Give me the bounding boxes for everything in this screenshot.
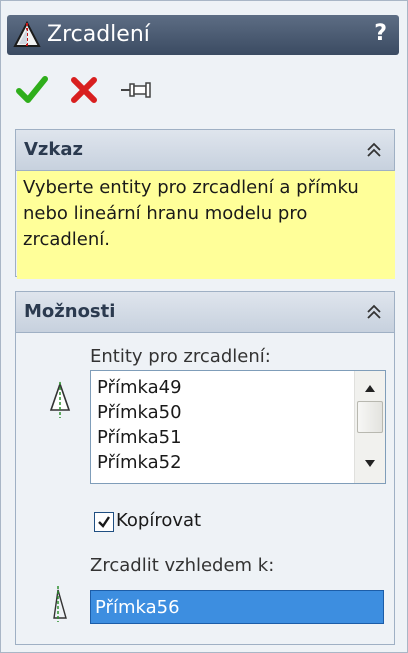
options-group-header: Možnosti [16, 292, 394, 333]
list-item[interactable]: Přímka51 [97, 425, 182, 450]
entities-scrollbar[interactable] [354, 371, 385, 483]
message-title: Vzkaz [24, 139, 84, 160]
double-chevron-up-icon [367, 304, 381, 319]
message-group-header: Vzkaz [16, 130, 394, 171]
list-item[interactable]: Přímka49 [97, 375, 182, 400]
toolbar [15, 69, 215, 109]
mirror-entities-icon [48, 380, 72, 420]
mirror-icon [13, 20, 41, 49]
checkmark-icon [98, 516, 110, 528]
cancel-button[interactable] [67, 73, 101, 107]
pin-button[interactable] [119, 73, 153, 107]
panel-title: Zrcadlení [47, 22, 150, 47]
pushpin-icon [121, 82, 151, 98]
help-button[interactable]: ? [374, 20, 387, 48]
checkmark-icon [16, 76, 48, 103]
mirror-about-field[interactable]: Přímka56 [90, 590, 384, 624]
scroll-up-arrow-icon[interactable] [364, 383, 376, 393]
list-item[interactable]: Přímka52 [97, 450, 182, 475]
entities-label: Entity pro zrcadlení: [90, 346, 271, 367]
options-title: Možnosti [24, 301, 116, 322]
double-chevron-up-icon [367, 142, 381, 157]
scroll-down-arrow-icon[interactable] [364, 459, 376, 469]
entities-list: Přímka49 Přímka50 Přímka51 Přímka52 [97, 375, 182, 475]
collapse-options-button[interactable] [362, 300, 386, 324]
options-group: Možnosti Entity pro zrcadlení: Přímka49 … [15, 291, 395, 645]
collapse-message-button[interactable] [362, 138, 386, 162]
list-item[interactable]: Přímka50 [97, 400, 182, 425]
message-text: Vyberte entity pro zrcadlení a přímku ne… [17, 171, 395, 279]
scroll-thumb[interactable] [357, 401, 383, 433]
entities-listbox[interactable]: Přímka49 Přímka50 Přímka51 Přímka52 [90, 370, 386, 484]
mirror-property-manager: Zrcadlení ? Vzkaz Vyberte entity pro zrc… [0, 0, 408, 653]
message-group: Vzkaz Vyberte entity pro zrcadlení a pří… [15, 129, 395, 279]
mirror-line-icon [50, 584, 74, 624]
mirror-about-label: Zrcadlit vzhledem k: [90, 555, 275, 576]
title-bar: Zrcadlení ? [7, 15, 399, 55]
copy-label[interactable]: Kopírovat [116, 507, 201, 535]
copy-checkbox[interactable] [94, 512, 114, 532]
x-icon [71, 77, 97, 103]
ok-button[interactable] [15, 73, 49, 107]
